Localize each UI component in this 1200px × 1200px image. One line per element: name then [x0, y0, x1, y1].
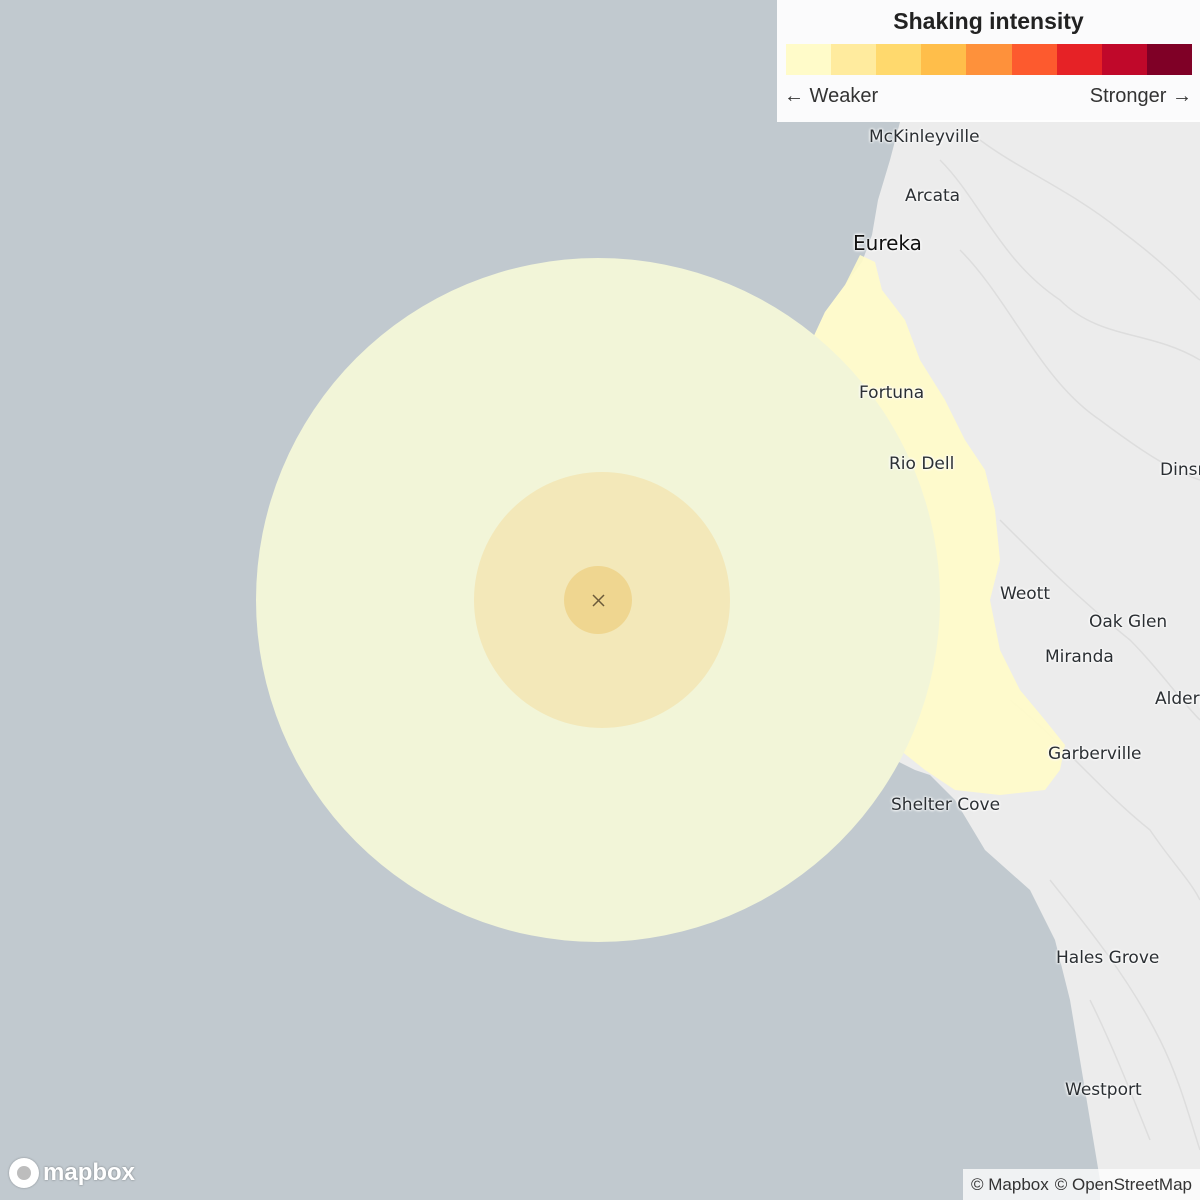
place-label-oak-glen: Oak Glen	[1089, 612, 1168, 632]
legend-stronger-label: Stronger →	[1089, 85, 1192, 107]
intensity-legend: Shaking intensity ← Weaker Stronger →	[777, 0, 1200, 122]
legend-swatch-4	[921, 44, 967, 75]
legend-swatch-7	[1056, 44, 1102, 75]
place-label-alderpoint: Alderp	[1155, 689, 1200, 709]
legend-weaker-label: ← Weaker	[784, 85, 879, 107]
place-label-garberville: Garberville	[1048, 744, 1142, 764]
map-attribution: © Mapbox © OpenStreetMap	[963, 1169, 1200, 1200]
legend-swatch-5	[966, 44, 1012, 75]
place-label-westport: Westport	[1065, 1080, 1142, 1100]
legend-swatch-1	[786, 44, 832, 75]
legend-swatch-9	[1146, 44, 1192, 75]
legend-swatch-6	[1011, 44, 1057, 75]
place-label-fortuna: Fortuna	[859, 383, 925, 403]
legend-swatch-3	[876, 44, 922, 75]
place-label-rio-dell: Rio Dell	[889, 454, 955, 474]
place-label-eureka: Eureka	[853, 231, 922, 255]
place-label-hales-grove: Hales Grove	[1056, 948, 1160, 968]
mapbox-logo-icon	[9, 1158, 39, 1188]
place-label-mckinleyville: McKinleyville	[869, 127, 980, 147]
place-label-dinsmore: Dinsm	[1160, 460, 1200, 480]
place-label-weott: Weott	[1000, 584, 1051, 604]
place-label-arcata: Arcata	[905, 186, 961, 206]
attribution-osm-link[interactable]: © OpenStreetMap	[1055, 1175, 1192, 1195]
legend-swatch-2	[831, 44, 877, 75]
legend-swatch-8	[1101, 44, 1147, 75]
legend-color-scale	[786, 44, 1192, 75]
place-label-shelter-cove: Shelter Cove	[891, 795, 1001, 815]
legend-title: Shaking intensity	[893, 8, 1084, 34]
mapbox-logo[interactable]: mapbox	[9, 1156, 135, 1190]
attribution-mapbox-link[interactable]: © Mapbox	[971, 1175, 1049, 1195]
mapbox-logo-text: mapbox	[43, 1159, 136, 1186]
place-label-miranda: Miranda	[1045, 647, 1114, 667]
